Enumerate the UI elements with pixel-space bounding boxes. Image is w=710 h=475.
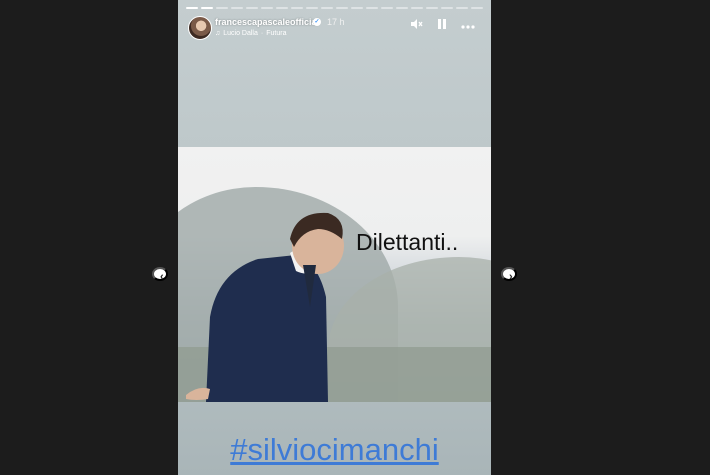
man-figure-illustration [186,212,344,402]
progress-segment [396,7,408,9]
previous-story-button[interactable]: ‹ [152,267,168,283]
progress-segment [276,7,288,9]
mute-icon[interactable] [409,18,423,32]
progress-segment [411,7,423,9]
progress-segment [366,7,378,9]
music-separator: · [260,30,264,37]
story-header: francescapascaleofficial ✓ 17 h ♫ Lucio … [186,14,481,44]
progress-segment [351,7,363,9]
music-song: Futura [266,30,287,37]
progress-segment [291,7,303,9]
story-viewer: francescapascaleofficial ✓ 17 h ♫ Lucio … [178,0,491,475]
timestamp: 17 h [327,17,345,27]
username[interactable]: francescapascaleofficial [215,17,319,27]
music-artist: Lucio Dalla [223,30,258,37]
progress-segment [201,7,213,9]
progress-segment [441,7,453,9]
verified-badge-icon: ✓ [313,18,321,26]
progress-segment [246,7,258,9]
progress-bar [186,7,483,9]
progress-segment [321,7,333,9]
progress-segment [456,7,468,9]
progress-segment [471,7,483,9]
pause-icon[interactable] [435,18,449,32]
progress-segment [426,7,438,9]
hashtag-caption[interactable]: #silviocimanchi [178,432,491,468]
next-story-button[interactable]: › [501,267,517,283]
progress-segment [216,7,228,9]
progress-segment [381,7,393,9]
avatar[interactable] [188,16,212,40]
story-photo: Dilettanti.. [178,147,491,402]
photo-overlay-text: Dilettanti.. [356,229,459,255]
more-icon[interactable] [461,19,475,31]
progress-segment [231,7,243,9]
music-icon: ♫ [215,30,221,37]
music-info[interactable]: ♫ Lucio Dalla · Futura [215,30,286,37]
progress-segment [336,7,348,9]
progress-segment [306,7,318,9]
progress-segment [186,7,198,9]
story-controls [409,18,475,32]
progress-segment [261,7,273,9]
